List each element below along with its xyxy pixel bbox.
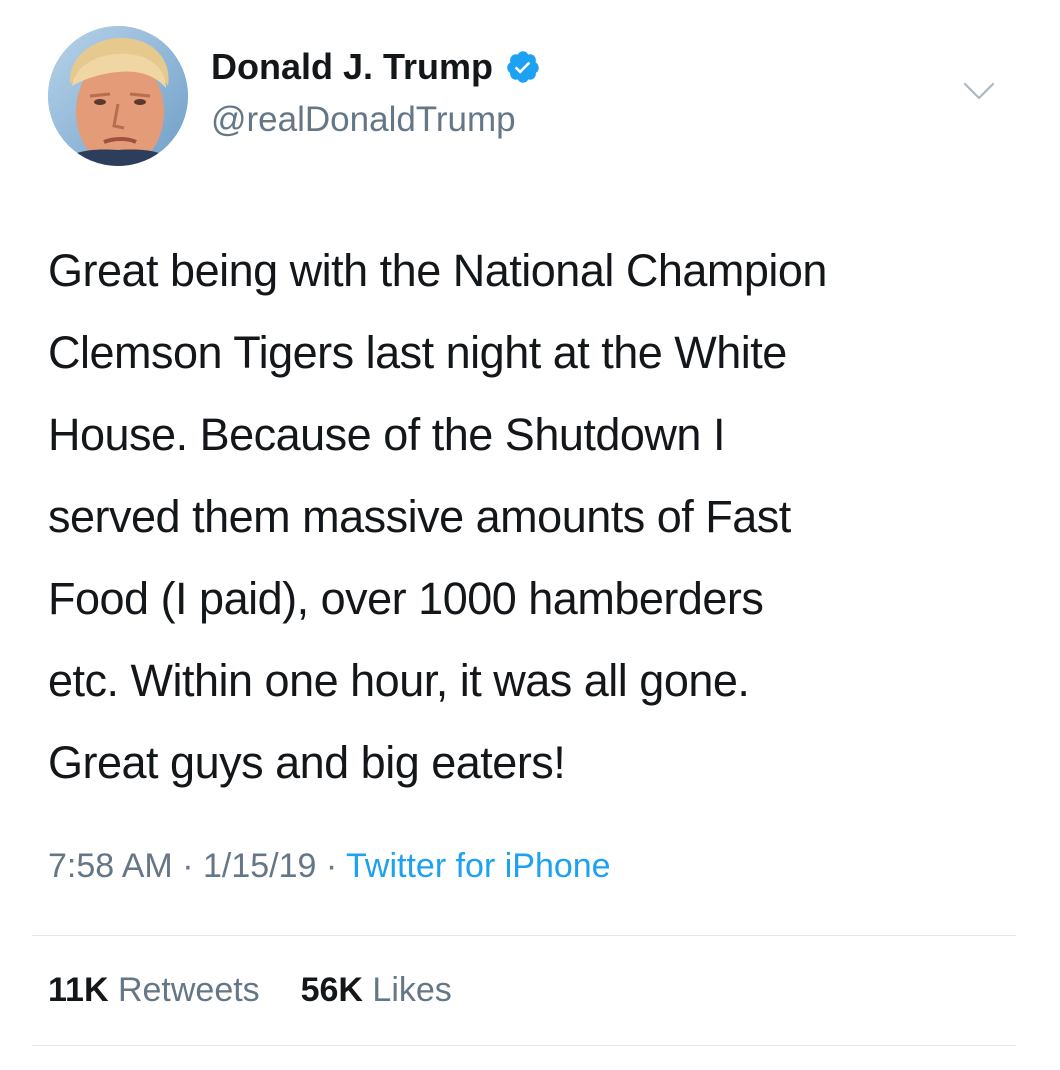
divider xyxy=(32,935,1016,936)
meta-separator: · xyxy=(316,847,347,885)
tweet-text-line: Great being with the National Champion xyxy=(48,245,827,296)
tweet-text-line: Great guys and big eaters! xyxy=(48,737,566,788)
tweet-metadata: 7:58 AM · 1/15/19 · Twitter for iPhone xyxy=(48,847,611,886)
avatar-image xyxy=(48,26,188,166)
likes-count: 56K xyxy=(300,971,363,1009)
retweets-stat[interactable]: 11K Retweets xyxy=(48,971,269,1009)
tweet-text-line: House. Because of the Shutdown I xyxy=(48,409,725,460)
verified-badge-icon xyxy=(505,49,541,85)
tweet-time[interactable]: 7:58 AM xyxy=(48,847,173,885)
avatar[interactable] xyxy=(48,26,188,166)
retweets-count: 11K xyxy=(48,971,109,1009)
likes-stat[interactable]: 56K Likes xyxy=(291,971,452,1009)
meta-separator: · xyxy=(172,847,203,885)
tweet-text-line: served them massive amounts of Fast xyxy=(48,491,791,542)
tweet-date[interactable]: 1/15/19 xyxy=(203,847,316,885)
user-handle[interactable]: @realDonaldTrump xyxy=(211,100,516,140)
tweet-text-line: Clemson Tigers last night at the White xyxy=(48,327,787,378)
tweet-text-line: etc. Within one hour, it was all gone. xyxy=(48,655,750,706)
divider xyxy=(32,1045,1016,1046)
display-name-text: Donald J. Trump xyxy=(211,46,494,87)
tweet-stats: 11K Retweets 56K Likes xyxy=(48,971,452,1010)
retweets-label: Retweets xyxy=(117,971,260,1009)
display-name[interactable]: Donald J. Trump xyxy=(211,46,541,88)
tweet-text-line: Food (I paid), over 1000 hamberders xyxy=(48,573,764,624)
tweet-source-link[interactable]: Twitter for iPhone xyxy=(346,847,611,885)
tweet-card: Donald J. Trump @realDonaldTrump Great b… xyxy=(0,0,1060,1070)
chevron-down-icon[interactable] xyxy=(962,80,996,102)
tweet-text: Great being with the National Champion C… xyxy=(48,230,1038,804)
likes-label: Likes xyxy=(372,971,452,1009)
